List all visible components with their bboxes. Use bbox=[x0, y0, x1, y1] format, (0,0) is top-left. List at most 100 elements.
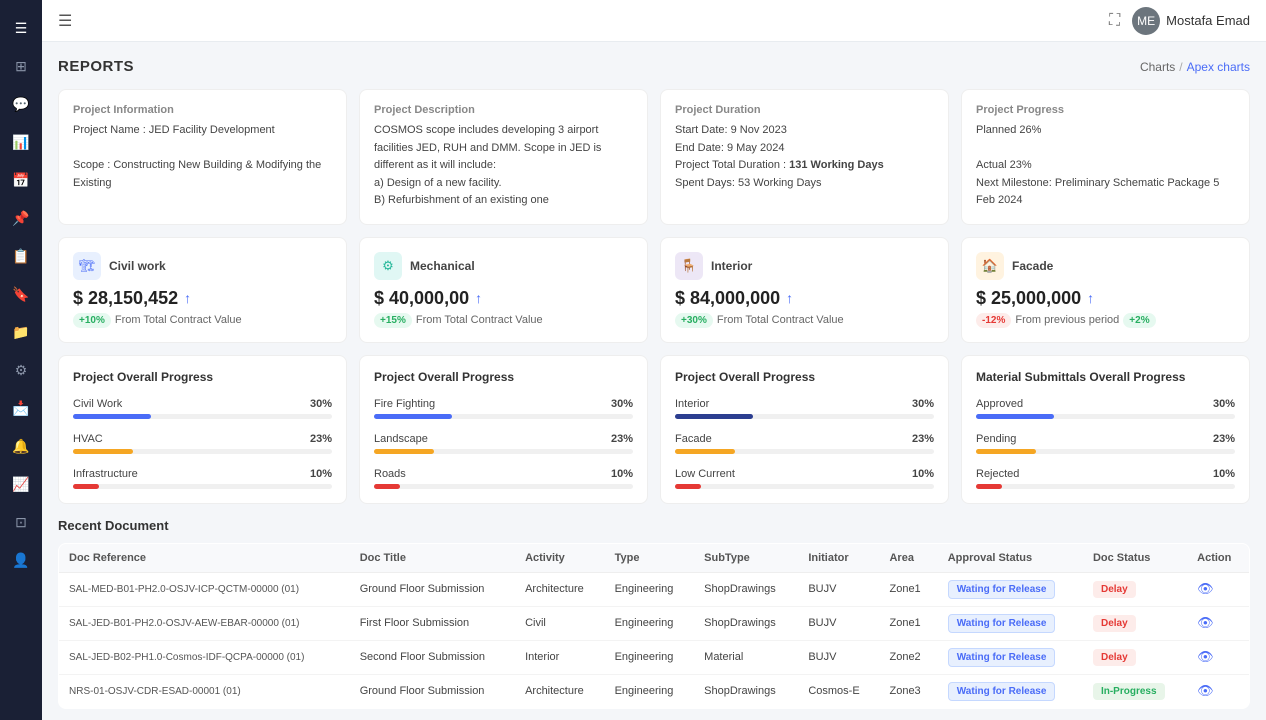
fullscreen-icon[interactable]: ⛶ bbox=[1109, 12, 1120, 30]
progress-name-low-current: Low Current bbox=[675, 468, 735, 480]
cell-initiator: Cosmos-E bbox=[798, 674, 879, 708]
metric-amount-civil: $ 28,150,452 ↑ bbox=[73, 288, 332, 309]
sidebar-icon-bookmark[interactable]: 🔖 bbox=[5, 278, 37, 310]
badge-civil: +10% bbox=[73, 313, 111, 328]
sidebar-icon-mail[interactable]: 📩 bbox=[5, 392, 37, 424]
progress-item-hvac: HVAC 23% bbox=[73, 433, 332, 454]
action-eye-icon[interactable]: 👁 bbox=[1197, 615, 1214, 630]
breadcrumb-home[interactable]: Charts bbox=[1140, 60, 1175, 74]
badge-mechanical: +15% bbox=[374, 313, 412, 328]
page-header: REPORTS Charts / Apex charts bbox=[58, 58, 1250, 75]
metric-card-civil: 🏗 Civil work $ 28,150,452 ↑ +10% From To… bbox=[58, 237, 347, 343]
sidebar-icon-calendar[interactable]: 📅 bbox=[5, 164, 37, 196]
sidebar-icon-clipboard[interactable]: 📋 bbox=[5, 240, 37, 272]
page-title: REPORTS bbox=[58, 58, 134, 75]
topbar-user: ME Mostafa Emad bbox=[1132, 7, 1250, 35]
info-card-project-desc-text: COSMOS scope includes developing 3 airpo… bbox=[374, 122, 633, 210]
progress-card-2: Project Overall Progress Fire Fighting 3… bbox=[359, 355, 648, 504]
sidebar-icon-settings[interactable]: ⚙ bbox=[5, 354, 37, 386]
progress-pct-landscape: 23% bbox=[611, 433, 633, 445]
sidebar-icon-pin[interactable]: 📌 bbox=[5, 202, 37, 234]
cell-ref: SAL-JED-B01-PH2.0-OSJV-AEW-EBAR-00000 (0… bbox=[59, 606, 350, 640]
cell-status: In-Progress bbox=[1083, 674, 1187, 708]
metric-card-mechanical-header: ⚙ Mechanical bbox=[374, 252, 633, 280]
progress-pct-facade: 23% bbox=[912, 433, 934, 445]
cell-title: Ground Floor Submission bbox=[350, 572, 515, 606]
sidebar-icon-analytics[interactable]: 📈 bbox=[5, 468, 37, 500]
sidebar-icon-menu[interactable]: ☰ bbox=[5, 12, 37, 44]
progress-card-2-title: Project Overall Progress bbox=[374, 370, 633, 384]
action-eye-icon[interactable]: 👁 bbox=[1197, 581, 1214, 596]
sidebar-icon-chat[interactable]: 💬 bbox=[5, 88, 37, 120]
info-card-project-info: Project Information Project Name : JED F… bbox=[58, 89, 347, 225]
cell-action: 👁 bbox=[1187, 640, 1249, 674]
cell-approval: Wating for Release bbox=[938, 572, 1083, 606]
metric-card-facade: 🏠 Facade $ 25,000,000 ↑ -12% From previo… bbox=[961, 237, 1250, 343]
col-doc-title: Doc Title bbox=[350, 543, 515, 572]
cell-subtype: Material bbox=[694, 640, 798, 674]
info-card-project-desc-label: Project Description bbox=[374, 104, 633, 116]
progress-name-hvac: HVAC bbox=[73, 433, 103, 445]
metric-amount-interior: $ 84,000,000 ↑ bbox=[675, 288, 934, 309]
progress-item-facade: Facade 23% bbox=[675, 433, 934, 454]
metric-sub-mechanical: +15% From Total Contract Value bbox=[374, 313, 633, 328]
sidebar-icon-chart[interactable]: 📊 bbox=[5, 126, 37, 158]
info-card-project-duration: Project Duration Start Date: 9 Nov 2023 … bbox=[660, 89, 949, 225]
cell-subtype: ShopDrawings bbox=[694, 572, 798, 606]
breadcrumb: Charts / Apex charts bbox=[1140, 60, 1250, 74]
progress-item-pending: Pending 23% bbox=[976, 433, 1235, 454]
col-action: Action bbox=[1187, 543, 1249, 572]
progress-name-approved: Approved bbox=[976, 398, 1023, 410]
sidebar-icon-bell[interactable]: 🔔 bbox=[5, 430, 37, 462]
recent-doc-title: Recent Document bbox=[58, 518, 1250, 533]
breadcrumb-current[interactable]: Apex charts bbox=[1187, 60, 1250, 74]
metric-card-facade-name: Facade bbox=[1012, 259, 1053, 273]
table-row: SAL-MED-B01-PH2.0-OSJV-ICP-QCTM-00000 (0… bbox=[59, 572, 1250, 606]
sidebar-icon-user[interactable]: 👤 bbox=[5, 544, 37, 576]
cell-activity: Civil bbox=[515, 606, 605, 640]
cell-type: Engineering bbox=[605, 640, 695, 674]
cell-area: Zone2 bbox=[879, 640, 937, 674]
cell-initiator: BUJV bbox=[798, 640, 879, 674]
progress-name-fire-fighting: Fire Fighting bbox=[374, 398, 435, 410]
sidebar-icon-folder[interactable]: 📁 bbox=[5, 316, 37, 348]
cell-type: Engineering bbox=[605, 606, 695, 640]
metric-card-facade-header: 🏠 Facade bbox=[976, 252, 1235, 280]
metric-icon-mechanical: ⚙ bbox=[374, 252, 402, 280]
hamburger-icon[interactable]: ☰ bbox=[58, 11, 72, 31]
progress-card-3-title: Project Overall Progress bbox=[675, 370, 934, 384]
sidebar-icon-box[interactable]: ⊡ bbox=[5, 506, 37, 538]
metric-card-civil-header: 🏗 Civil work bbox=[73, 252, 332, 280]
sidebar-icon-grid[interactable]: ⊞ bbox=[5, 50, 37, 82]
info-card-project-info-text: Project Name : JED Facility Development … bbox=[73, 122, 332, 192]
doc-table: Doc Reference Doc Title Activity Type Su… bbox=[58, 543, 1250, 709]
cell-activity: Architecture bbox=[515, 674, 605, 708]
info-card-project-progress-label: Project Progress bbox=[976, 104, 1235, 116]
info-card-project-desc: Project Description COSMOS scope include… bbox=[359, 89, 648, 225]
cell-activity: Interior bbox=[515, 640, 605, 674]
metric-icon-interior: 🪑 bbox=[675, 252, 703, 280]
progress-pct-approved: 30% bbox=[1213, 398, 1235, 410]
cell-initiator: BUJV bbox=[798, 572, 879, 606]
info-card-project-duration-label: Project Duration bbox=[675, 104, 934, 116]
action-eye-icon[interactable]: 👁 bbox=[1197, 649, 1214, 664]
progress-card-4: Material Submittals Overall Progress App… bbox=[961, 355, 1250, 504]
action-eye-icon[interactable]: 👁 bbox=[1197, 683, 1214, 698]
cell-area: Zone1 bbox=[879, 572, 937, 606]
progress-pct-interior: 30% bbox=[912, 398, 934, 410]
avatar: ME bbox=[1132, 7, 1160, 35]
info-cards-row: Project Information Project Name : JED F… bbox=[58, 89, 1250, 225]
cell-activity: Architecture bbox=[515, 572, 605, 606]
up-arrow-interior: ↑ bbox=[786, 290, 793, 306]
col-area: Area bbox=[879, 543, 937, 572]
progress-pct-civil-work: 30% bbox=[310, 398, 332, 410]
col-doc-reference: Doc Reference bbox=[59, 543, 350, 572]
table-row: SAL-JED-B01-PH2.0-OSJV-AEW-EBAR-00000 (0… bbox=[59, 606, 1250, 640]
col-doc-status: Doc Status bbox=[1083, 543, 1187, 572]
metric-card-interior: 🪑 Interior $ 84,000,000 ↑ +30% From Tota… bbox=[660, 237, 949, 343]
user-name: Mostafa Emad bbox=[1166, 13, 1250, 28]
cell-ref: NRS-01-OSJV-CDR-ESAD-00001 (01) bbox=[59, 674, 350, 708]
progress-item-roads: Roads 10% bbox=[374, 468, 633, 489]
progress-name-civil-work: Civil Work bbox=[73, 398, 122, 410]
content-area: REPORTS Charts / Apex charts Project Inf… bbox=[42, 42, 1266, 720]
